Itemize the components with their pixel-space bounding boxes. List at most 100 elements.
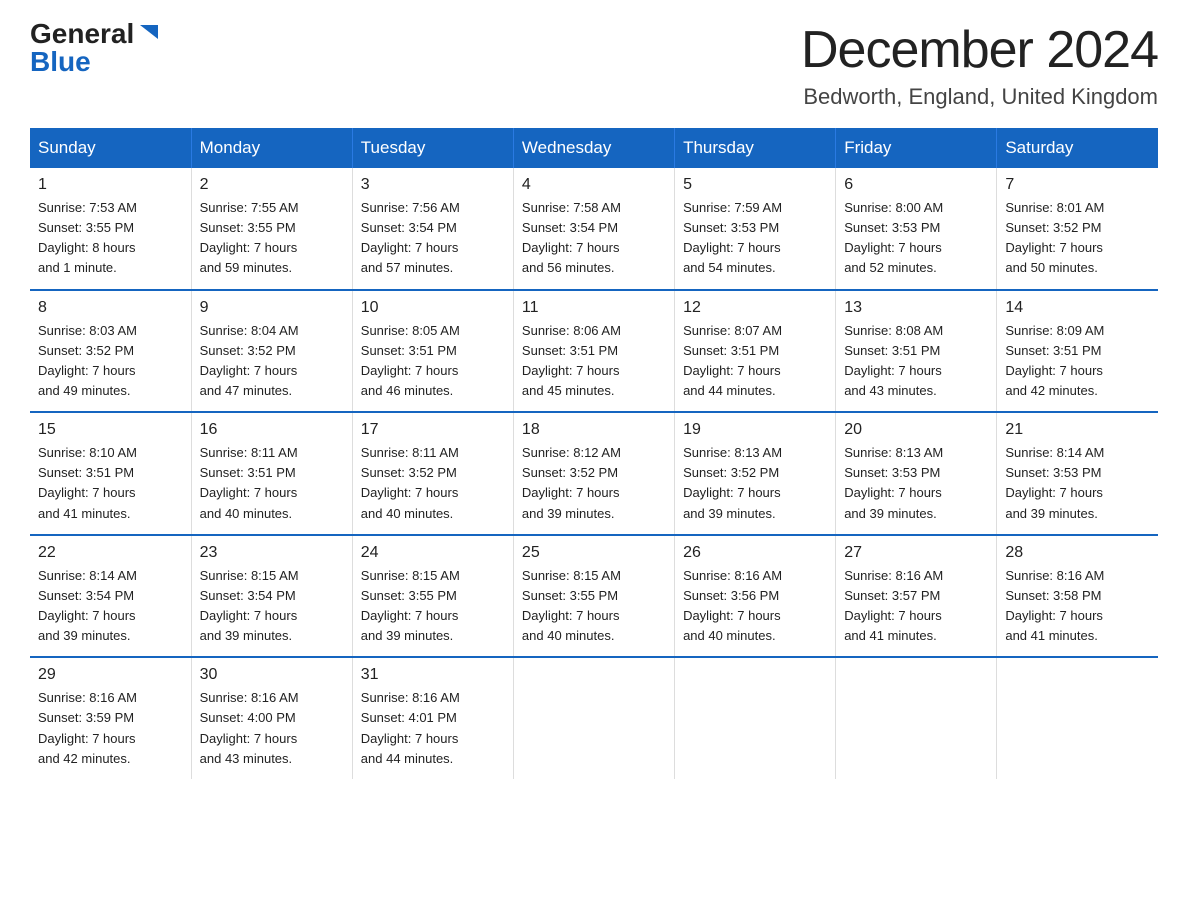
day-number: 7 bbox=[1005, 176, 1150, 194]
calendar-cell: 6Sunrise: 8:00 AM Sunset: 3:53 PM Daylig… bbox=[836, 168, 997, 290]
logo-blue: Blue bbox=[30, 48, 91, 76]
title-area: December 2024 Bedworth, England, United … bbox=[801, 20, 1158, 110]
calendar-cell bbox=[836, 657, 997, 779]
day-number: 23 bbox=[200, 544, 344, 562]
day-number: 31 bbox=[361, 666, 505, 684]
day-number: 28 bbox=[1005, 544, 1150, 562]
day-number: 15 bbox=[38, 421, 183, 439]
day-info: Sunrise: 8:13 AM Sunset: 3:53 PM Dayligh… bbox=[844, 443, 988, 524]
day-info: Sunrise: 8:08 AM Sunset: 3:51 PM Dayligh… bbox=[844, 321, 988, 402]
day-info: Sunrise: 8:06 AM Sunset: 3:51 PM Dayligh… bbox=[522, 321, 666, 402]
day-info: Sunrise: 8:07 AM Sunset: 3:51 PM Dayligh… bbox=[683, 321, 827, 402]
calendar-cell: 1 Sunrise: 7:53 AM Sunset: 3:55 PM Daylig… bbox=[30, 168, 191, 290]
day-info: Sunrise: 8:01 AM Sunset: 3:52 PM Dayligh… bbox=[1005, 198, 1150, 279]
day-number: 27 bbox=[844, 544, 988, 562]
day-number: 19 bbox=[683, 421, 827, 439]
col-header-sunday: Sunday bbox=[30, 128, 191, 168]
day-number: 3 bbox=[361, 176, 505, 194]
day-info: Sunrise: 8:14 AM Sunset: 3:54 PM Dayligh… bbox=[38, 566, 183, 647]
header: General Blue December 2024 Bedworth, Eng… bbox=[30, 20, 1158, 110]
day-info: Sunrise: 7:56 AM Sunset: 3:54 PM Dayligh… bbox=[361, 198, 505, 279]
col-header-saturday: Saturday bbox=[997, 128, 1158, 168]
calendar-cell: 23 Sunrise: 8:15 AM Sunset: 3:54 PM Dayli… bbox=[191, 535, 352, 658]
calendar-cell: 15 Sunrise: 8:10 AM Sunset: 3:51 PM Dayli… bbox=[30, 412, 191, 535]
calendar-cell: 27 Sunrise: 8:16 AM Sunset: 3:57 PM Dayli… bbox=[836, 535, 997, 658]
day-info: Sunrise: 8:00 AM Sunset: 3:53 PM Dayligh… bbox=[844, 198, 988, 279]
location-title: Bedworth, England, United Kingdom bbox=[801, 84, 1158, 110]
day-number: 1 bbox=[38, 176, 183, 194]
day-info: Sunrise: 8:11 AM Sunset: 3:51 PM Dayligh… bbox=[200, 443, 344, 524]
col-header-monday: Monday bbox=[191, 128, 352, 168]
day-info: Sunrise: 8:10 AM Sunset: 3:51 PM Dayligh… bbox=[38, 443, 183, 524]
calendar-cell: 4Sunrise: 7:58 AM Sunset: 3:54 PM Daylig… bbox=[513, 168, 674, 290]
calendar-cell: 28 Sunrise: 8:16 AM Sunset: 3:58 PM Dayli… bbox=[997, 535, 1158, 658]
day-info: Sunrise: 8:11 AM Sunset: 3:52 PM Dayligh… bbox=[361, 443, 505, 524]
calendar-week-row: 1 Sunrise: 7:53 AM Sunset: 3:55 PM Daylig… bbox=[30, 168, 1158, 290]
day-number: 20 bbox=[844, 421, 988, 439]
calendar-cell: 11 Sunrise: 8:06 AM Sunset: 3:51 PM Dayli… bbox=[513, 290, 674, 413]
day-number: 9 bbox=[200, 299, 344, 317]
calendar-cell: 7 Sunrise: 8:01 AM Sunset: 3:52 PM Daylig… bbox=[997, 168, 1158, 290]
calendar-table: SundayMondayTuesdayWednesdayThursdayFrid… bbox=[30, 128, 1158, 779]
calendar-week-row: 29Sunrise: 8:16 AM Sunset: 3:59 PM Dayli… bbox=[30, 657, 1158, 779]
day-number: 30 bbox=[200, 666, 344, 684]
day-info: Sunrise: 8:15 AM Sunset: 3:55 PM Dayligh… bbox=[522, 566, 666, 647]
day-number: 16 bbox=[200, 421, 344, 439]
day-info: Sunrise: 8:14 AM Sunset: 3:53 PM Dayligh… bbox=[1005, 443, 1150, 524]
calendar-cell: 31 Sunrise: 8:16 AM Sunset: 4:01 PM Dayli… bbox=[352, 657, 513, 779]
col-header-friday: Friday bbox=[836, 128, 997, 168]
day-number: 14 bbox=[1005, 299, 1150, 317]
day-info: Sunrise: 8:15 AM Sunset: 3:54 PM Dayligh… bbox=[200, 566, 344, 647]
col-header-tuesday: Tuesday bbox=[352, 128, 513, 168]
day-number: 25 bbox=[522, 544, 666, 562]
calendar-week-row: 8Sunrise: 8:03 AM Sunset: 3:52 PM Daylig… bbox=[30, 290, 1158, 413]
calendar-cell bbox=[675, 657, 836, 779]
day-number: 18 bbox=[522, 421, 666, 439]
calendar-header-row: SundayMondayTuesdayWednesdayThursdayFrid… bbox=[30, 128, 1158, 168]
calendar-cell: 17Sunrise: 8:11 AM Sunset: 3:52 PM Dayli… bbox=[352, 412, 513, 535]
day-number: 13 bbox=[844, 299, 988, 317]
day-info: Sunrise: 8:05 AM Sunset: 3:51 PM Dayligh… bbox=[361, 321, 505, 402]
day-info: Sunrise: 8:16 AM Sunset: 3:58 PM Dayligh… bbox=[1005, 566, 1150, 647]
day-info: Sunrise: 7:58 AM Sunset: 3:54 PM Dayligh… bbox=[522, 198, 666, 279]
day-info: Sunrise: 8:12 AM Sunset: 3:52 PM Dayligh… bbox=[522, 443, 666, 524]
calendar-cell: 19Sunrise: 8:13 AM Sunset: 3:52 PM Dayli… bbox=[675, 412, 836, 535]
calendar-cell: 20 Sunrise: 8:13 AM Sunset: 3:53 PM Dayli… bbox=[836, 412, 997, 535]
month-title: December 2024 bbox=[801, 20, 1158, 80]
calendar-cell: 2Sunrise: 7:55 AM Sunset: 3:55 PM Daylig… bbox=[191, 168, 352, 290]
calendar-cell: 5Sunrise: 7:59 AM Sunset: 3:53 PM Daylig… bbox=[675, 168, 836, 290]
calendar-cell: 12 Sunrise: 8:07 AM Sunset: 3:51 PM Dayli… bbox=[675, 290, 836, 413]
calendar-cell: 13 Sunrise: 8:08 AM Sunset: 3:51 PM Dayli… bbox=[836, 290, 997, 413]
calendar-week-row: 15 Sunrise: 8:10 AM Sunset: 3:51 PM Dayli… bbox=[30, 412, 1158, 535]
logo: General Blue bbox=[30, 20, 160, 76]
day-info: Sunrise: 8:09 AM Sunset: 3:51 PM Dayligh… bbox=[1005, 321, 1150, 402]
day-info: Sunrise: 8:16 AM Sunset: 4:00 PM Dayligh… bbox=[200, 688, 344, 769]
day-number: 2 bbox=[200, 176, 344, 194]
day-number: 11 bbox=[522, 299, 666, 317]
day-number: 26 bbox=[683, 544, 827, 562]
day-info: Sunrise: 8:16 AM Sunset: 4:01 PM Dayligh… bbox=[361, 688, 505, 769]
calendar-cell: 9Sunrise: 8:04 AM Sunset: 3:52 PM Daylig… bbox=[191, 290, 352, 413]
calendar-cell: 29Sunrise: 8:16 AM Sunset: 3:59 PM Dayli… bbox=[30, 657, 191, 779]
day-info: Sunrise: 8:15 AM Sunset: 3:55 PM Dayligh… bbox=[361, 566, 505, 647]
logo-general: General bbox=[30, 20, 134, 48]
day-number: 12 bbox=[683, 299, 827, 317]
calendar-cell: 3 Sunrise: 7:56 AM Sunset: 3:54 PM Daylig… bbox=[352, 168, 513, 290]
col-header-wednesday: Wednesday bbox=[513, 128, 674, 168]
calendar-week-row: 22 Sunrise: 8:14 AM Sunset: 3:54 PM Dayli… bbox=[30, 535, 1158, 658]
calendar-cell bbox=[513, 657, 674, 779]
calendar-cell: 26 Sunrise: 8:16 AM Sunset: 3:56 PM Dayli… bbox=[675, 535, 836, 658]
day-info: Sunrise: 8:16 AM Sunset: 3:56 PM Dayligh… bbox=[683, 566, 827, 647]
calendar-cell: 8Sunrise: 8:03 AM Sunset: 3:52 PM Daylig… bbox=[30, 290, 191, 413]
day-info: Sunrise: 8:03 AM Sunset: 3:52 PM Dayligh… bbox=[38, 321, 183, 402]
day-number: 10 bbox=[361, 299, 505, 317]
logo-triangle-icon bbox=[138, 21, 160, 43]
day-info: Sunrise: 8:16 AM Sunset: 3:57 PM Dayligh… bbox=[844, 566, 988, 647]
calendar-cell: 22 Sunrise: 8:14 AM Sunset: 3:54 PM Dayli… bbox=[30, 535, 191, 658]
day-number: 22 bbox=[38, 544, 183, 562]
day-info: Sunrise: 7:53 AM Sunset: 3:55 PM Dayligh… bbox=[38, 198, 183, 279]
day-info: Sunrise: 8:16 AM Sunset: 3:59 PM Dayligh… bbox=[38, 688, 183, 769]
calendar-cell: 10 Sunrise: 8:05 AM Sunset: 3:51 PM Dayli… bbox=[352, 290, 513, 413]
calendar-cell: 25 Sunrise: 8:15 AM Sunset: 3:55 PM Dayli… bbox=[513, 535, 674, 658]
col-header-thursday: Thursday bbox=[675, 128, 836, 168]
